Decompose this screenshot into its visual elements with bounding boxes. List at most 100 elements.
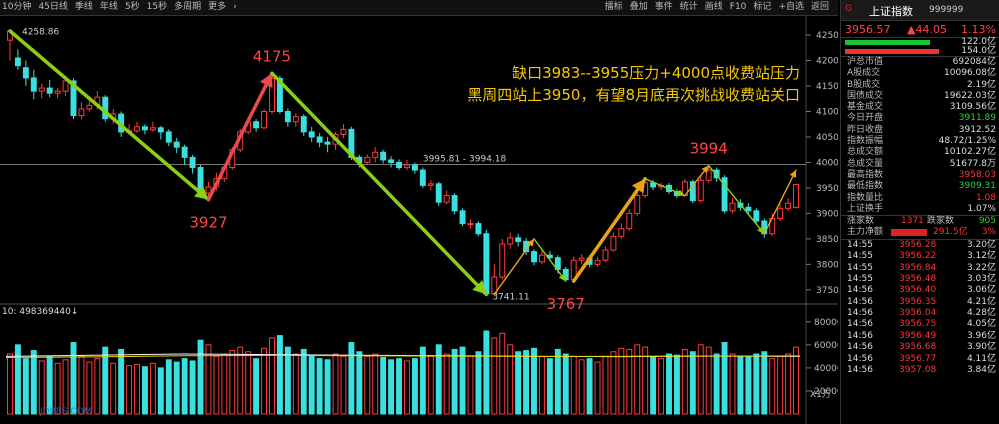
volume-bar <box>348 342 355 415</box>
candle-body <box>793 184 799 208</box>
volume-bar <box>562 353 569 415</box>
watermark-logo: JDBBS.COM <box>39 407 91 417</box>
volume-bar <box>396 358 402 415</box>
tick-amount: 3.03亿 <box>966 273 996 284</box>
volume-bar <box>777 355 784 415</box>
main-flow-pct: 3% <box>981 227 996 238</box>
stat-value: 10096.08亿 <box>944 68 996 79</box>
candle-body <box>141 126 148 131</box>
tab-5s[interactable]: 5秒 <box>125 2 140 12</box>
tick-amount: 3.84亿 <box>966 365 996 376</box>
volume-bar <box>404 360 410 415</box>
main-flow-row: 主力净额 291.5亿 3% <box>841 227 999 238</box>
volume-bar <box>300 348 307 415</box>
candle-body <box>340 128 347 135</box>
candle-body <box>515 237 522 242</box>
candle-body <box>324 141 331 145</box>
flow-bar-fill <box>845 40 930 45</box>
tool-indicator[interactable]: 擂标 <box>605 2 623 12</box>
tool-event[interactable]: 事件 <box>655 2 673 12</box>
candle-body <box>419 169 426 186</box>
candle-body <box>507 237 514 245</box>
volume-bar <box>578 359 585 415</box>
price-tick-label: 4250 <box>816 31 838 41</box>
volume-bar <box>626 348 633 415</box>
last-price: 3956.57 <box>845 23 891 36</box>
tab-15s[interactable]: 15秒 <box>147 2 167 12</box>
annotation-label: 3741.11 <box>492 292 529 302</box>
stat-value: 51677.8万 <box>949 158 996 169</box>
chevron-right-icon[interactable]: › <box>233 2 237 12</box>
breadth-row: 涨家数 1371 跌家数 905 <box>841 216 999 227</box>
tick-time: 14:56 <box>847 319 873 330</box>
stat-value: 1.08 <box>975 192 996 203</box>
candle-body <box>427 183 434 186</box>
candle-body <box>388 159 395 163</box>
candle-body <box>618 228 625 237</box>
trend-arrow-line <box>270 71 489 297</box>
volume-bar <box>673 354 680 415</box>
volume-bar <box>292 353 299 415</box>
flow-bars: 122.0亿 154.0亿 <box>841 38 999 56</box>
candle-body <box>531 251 537 263</box>
tool-f10[interactable]: F10 <box>730 2 747 12</box>
volume-bar <box>181 358 188 415</box>
tab-multi-period[interactable]: 多周期 <box>174 2 201 12</box>
candle-body <box>284 111 291 123</box>
tick-price: 3956.75 <box>899 319 937 330</box>
quote-panel: G 上证指数 999999 3956.57 ▲44.05 1.13% 122.0… <box>840 0 999 424</box>
candle-body <box>300 116 307 133</box>
volume-bar <box>340 355 347 415</box>
volume-bar <box>149 362 156 415</box>
tab-year[interactable]: 年线 <box>100 2 118 12</box>
tick-row: 14:56 3956.35 4.21亿 <box>841 297 999 308</box>
tool-overlay[interactable]: 叠加 <box>630 2 648 12</box>
tool-add-watch[interactable]: +自选 <box>778 2 804 12</box>
tick-row: 14:56 3956.77 4.11亿 <box>841 354 999 365</box>
volume-bar <box>141 366 148 415</box>
volume-bar <box>467 355 474 415</box>
tool-draw[interactable]: 画线 <box>705 2 723 12</box>
volume-bar <box>531 347 537 415</box>
volume-bar <box>46 355 53 415</box>
candle-body <box>380 151 387 161</box>
stat-label: 指数振幅 <box>847 136 884 147</box>
volume-bar <box>380 357 387 415</box>
volume-bar <box>173 361 180 415</box>
tick-amount: 3.90亿 <box>966 342 996 353</box>
volume-bar <box>269 337 275 415</box>
candle-body <box>697 179 704 202</box>
volume-bar <box>411 358 418 415</box>
candle-body <box>483 233 490 295</box>
volume-bar <box>22 358 29 415</box>
tab-season[interactable]: 季线 <box>75 2 93 12</box>
tick-price: 3956.04 <box>899 308 937 319</box>
candlestick-chart[interactable]: 4250 4200 4150 4100 4050 4000 3950 3900 3850 3800… <box>0 16 838 424</box>
tab-10min[interactable]: 10分钟 <box>2 2 31 12</box>
volume-bar <box>126 365 133 415</box>
tick-price: 3956.84 <box>899 262 937 273</box>
volume-bar <box>737 355 744 415</box>
tick-time: 14:55 <box>847 239 873 250</box>
tool-back[interactable]: 返回 <box>811 2 829 12</box>
tick-row: 14:56 3956.40 3.06亿 <box>841 285 999 296</box>
tick-row: 14:55 3956.28 3.20亿 <box>841 240 999 251</box>
tool-stats[interactable]: 统计 <box>680 2 698 12</box>
tab-more[interactable]: 更多 <box>208 2 226 12</box>
volume-unit: X1万 <box>810 390 831 400</box>
stat-label: 指数量比 <box>847 192 884 203</box>
tab-45ma[interactable]: 45日线 <box>38 2 67 12</box>
volume-bar <box>713 353 720 415</box>
candle-body <box>411 164 418 171</box>
tick-price: 3956.68 <box>899 342 937 353</box>
candle-body <box>149 127 156 131</box>
volume-bar <box>229 350 236 415</box>
volume-bar <box>721 342 728 415</box>
volume-bar <box>538 355 545 415</box>
volume-bar <box>189 360 196 415</box>
stat-row: 今日开盘 3911.89 <box>841 113 999 124</box>
price-tick-label: 4100 <box>816 108 838 118</box>
candle-body <box>467 223 474 226</box>
tool-mark[interactable]: 标记 <box>753 2 771 12</box>
tick-row: 14:56 3957.08 3.84亿 <box>841 365 999 376</box>
